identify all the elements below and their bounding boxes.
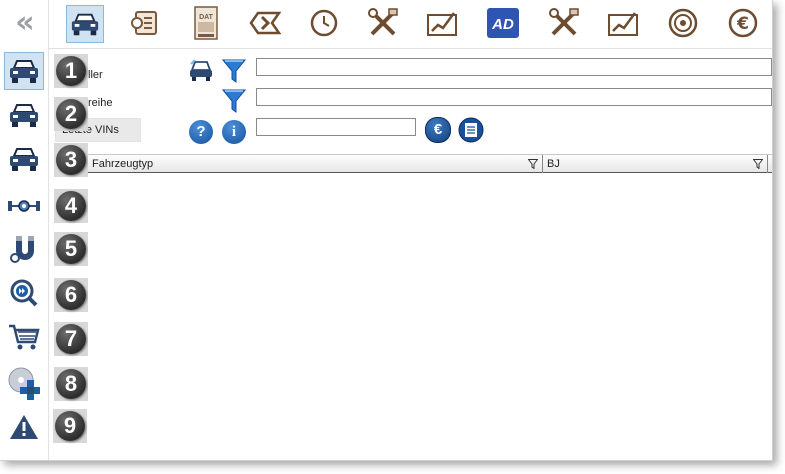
- step-number-6: 6: [56, 280, 86, 310]
- tab-clock[interactable]: [306, 5, 342, 41]
- car-front-icon: [10, 148, 38, 171]
- wheel-tab-icon: [668, 8, 698, 38]
- car-front-icon: [10, 60, 38, 83]
- filter-icon: [221, 89, 247, 113]
- manufacturer-filter-button[interactable]: [221, 58, 247, 89]
- car-front-icon: [10, 104, 38, 127]
- sidebar-item-axle[interactable]: [4, 187, 44, 225]
- sidebar-item-vehicle-3[interactable]: [4, 140, 44, 178]
- step-number-1: 1: [56, 56, 86, 86]
- tab-tools-2[interactable]: [546, 5, 582, 41]
- tab-vehicle[interactable]: [66, 5, 104, 43]
- disc-puzzle-icon: [8, 367, 40, 400]
- magnet-icon: [10, 236, 34, 263]
- tab-tools[interactable]: [365, 5, 401, 41]
- app-window: « DAT AD € ller reihe Letzte VINs 1 2 3 …: [0, 0, 773, 461]
- column-header-vehicle-type[interactable]: Fahrzeugtyp: [88, 155, 543, 173]
- tab-chevron[interactable]: [247, 5, 283, 41]
- model-series-label: reihe: [88, 97, 113, 109]
- info-button[interactable]: i: [222, 120, 246, 144]
- tab-parts-list[interactable]: [127, 5, 163, 41]
- vin-input[interactable]: [256, 118, 416, 136]
- sidebar: «: [0, 0, 49, 460]
- sidebar-item-vehicle-2[interactable]: [4, 96, 44, 134]
- step-number-9: 9: [55, 411, 85, 441]
- sidebar-item-magnet[interactable]: [4, 230, 44, 268]
- parts-list-tab-icon: [131, 11, 157, 35]
- model-series-input[interactable]: [256, 88, 772, 106]
- tab-chart-2[interactable]: [605, 5, 641, 41]
- tab-ad[interactable]: AD: [485, 5, 521, 41]
- shopping-cart-icon: [9, 324, 40, 350]
- dat-text: DAT: [199, 14, 214, 21]
- column-title: Fahrzeugtyp: [92, 158, 154, 170]
- tab-chart[interactable]: [424, 5, 460, 41]
- ad-text: AD: [491, 16, 514, 33]
- warning-icon: [10, 415, 38, 439]
- tools-tab-icon: [368, 8, 398, 36]
- tools-tab-icon: [549, 8, 579, 36]
- euro-text: €: [736, 14, 749, 34]
- step-number-5: 5: [56, 234, 86, 264]
- step-number-3: 3: [56, 145, 86, 175]
- step-number-2: 2: [56, 99, 86, 129]
- car-tab-icon: [71, 13, 99, 36]
- tab-euro[interactable]: €: [725, 5, 761, 41]
- euro-price-button[interactable]: €: [425, 117, 451, 143]
- clock-tab-icon: [310, 9, 338, 37]
- column-title: BJ: [547, 158, 560, 170]
- sidebar-item-vehicle-selection[interactable]: [4, 52, 44, 90]
- step-number-4: 4: [56, 191, 86, 221]
- dat-tab-icon: DAT: [194, 6, 218, 40]
- vehicle-grid-body[interactable]: [88, 173, 772, 460]
- search-fast-forward-icon: [10, 279, 38, 307]
- top-toolbar: DAT AD €: [49, 0, 772, 49]
- car-picker-button[interactable]: [188, 58, 214, 87]
- manufacturer-label: ller: [88, 69, 103, 81]
- column-header-year[interactable]: BJ: [543, 155, 768, 173]
- step-number-8: 8: [56, 369, 86, 399]
- sidebar-item-warning[interactable]: [4, 408, 44, 446]
- chart-tab-icon: [427, 12, 457, 36]
- collapse-sidebar-icon[interactable]: «: [8, 8, 42, 42]
- euro-list-button[interactable]: [458, 117, 484, 143]
- ad-tab-icon: AD: [487, 8, 519, 38]
- sidebar-item-cart[interactable]: [4, 318, 44, 356]
- step-number-7: 7: [56, 324, 86, 354]
- sidebar-item-disc[interactable]: [4, 364, 44, 402]
- tab-wheel[interactable]: [665, 5, 701, 41]
- model-series-filter-button[interactable]: [221, 88, 247, 119]
- manufacturer-input[interactable]: [256, 58, 772, 76]
- car-search-icon: [190, 59, 212, 81]
- euro-tab-icon: €: [728, 8, 758, 38]
- help-button[interactable]: ?: [189, 120, 213, 144]
- chart-tab-icon: [608, 12, 638, 36]
- chevron-tab-icon: [249, 11, 282, 35]
- euro-list-icon: [458, 117, 484, 143]
- sidebar-item-search-fast[interactable]: [4, 274, 44, 312]
- filter-icon: [221, 59, 247, 83]
- vehicle-grid-header: Fahrzeugtyp BJ: [88, 154, 772, 173]
- axle-icon: [8, 200, 40, 212]
- tab-dat[interactable]: DAT: [188, 5, 224, 41]
